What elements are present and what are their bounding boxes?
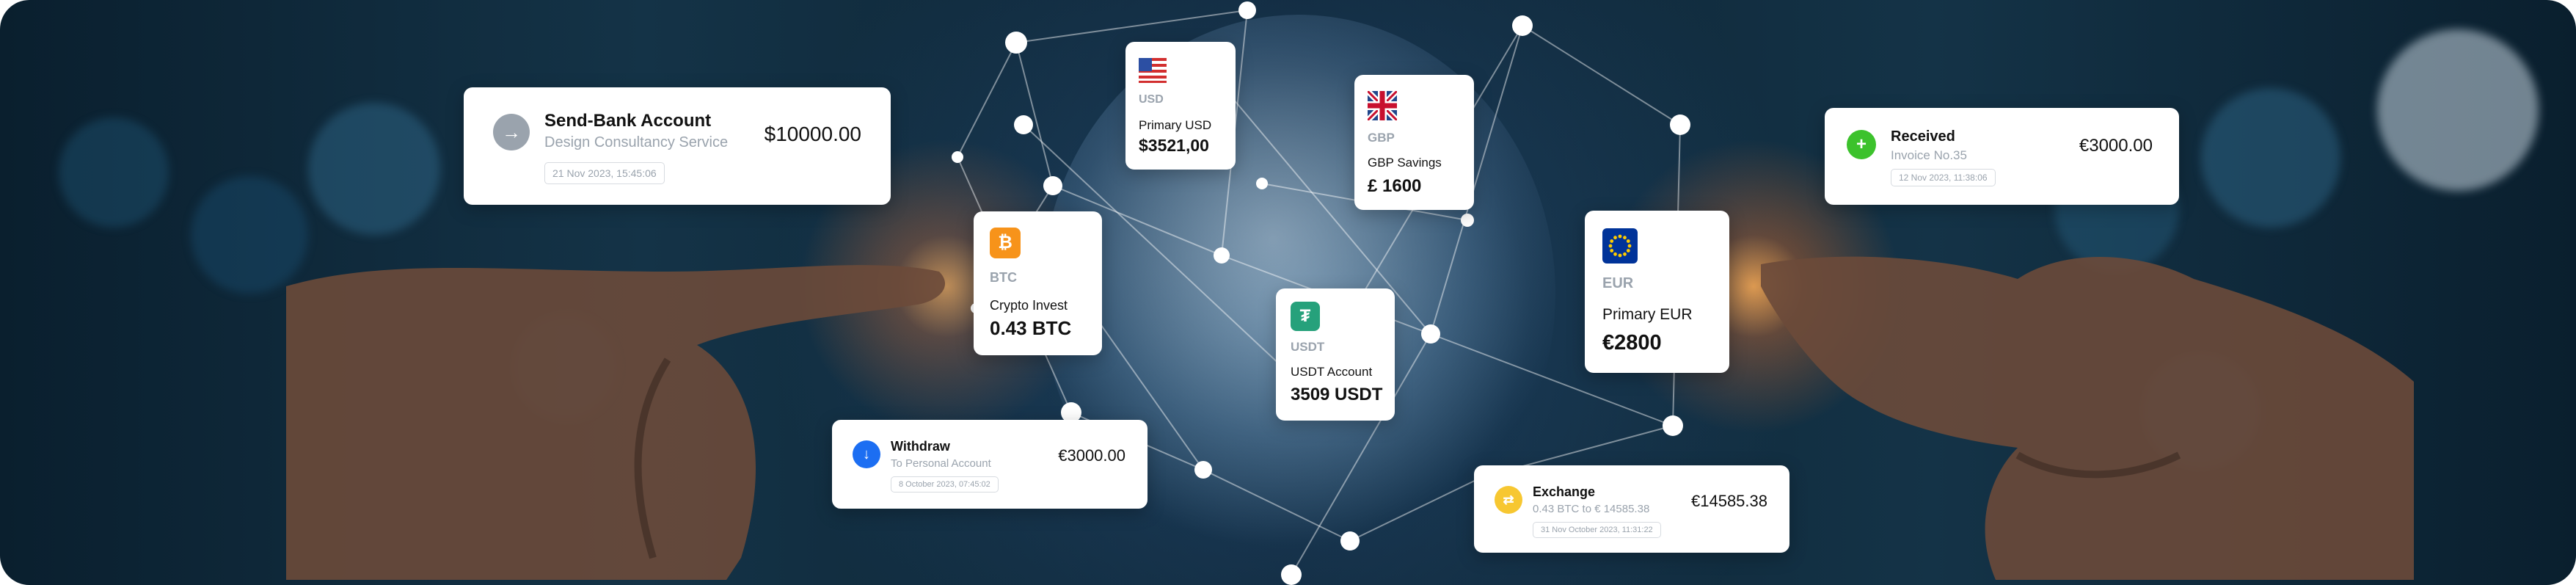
usdt-name: USDT Account — [1291, 365, 1373, 379]
uk-flag-icon — [1368, 91, 1397, 120]
eur-name: Primary EUR — [1602, 306, 1693, 323]
received-date: 12 Nov 2023, 11:38:06 — [1891, 169, 1996, 186]
send-bank-card[interactable]: → Send-Bank Account Design Consultancy S… — [464, 87, 891, 205]
send-bank-subtitle: Design Consultancy Service — [544, 134, 729, 150]
send-bank-date: 21 Nov 2023, 15:45:06 — [544, 162, 665, 184]
right-hand — [1761, 256, 2414, 580]
eur-code: EUR — [1602, 275, 1634, 291]
arrow-right-icon: → — [493, 114, 530, 150]
us-flag-icon — [1139, 58, 1167, 83]
withdraw-title: Withdraw — [891, 439, 950, 454]
account-card-eur[interactable]: EUR Primary EUR €2800 — [1585, 211, 1729, 373]
received-amount: €3000.00 — [2079, 136, 2153, 156]
withdraw-card[interactable]: ↓ Withdraw To Personal Account 8 October… — [832, 420, 1147, 509]
exchange-amount: €14585.38 — [1691, 492, 1767, 510]
hero-banner: → Send-Bank Account Design Consultancy S… — [0, 0, 2576, 585]
left-hand — [286, 265, 946, 580]
gbp-name: GBP Savings — [1368, 156, 1442, 170]
withdraw-amount: €3000.00 — [1058, 446, 1125, 465]
usd-balance: $3521,00 — [1139, 136, 1209, 155]
send-bank-amount: $10000.00 — [764, 123, 861, 145]
gbp-balance: £ 1600 — [1368, 176, 1422, 196]
usd-name: Primary USD — [1139, 118, 1212, 132]
eu-flag-icon — [1602, 228, 1638, 264]
exchange-date: 31 Nov October 2023, 11:31:22 — [1533, 522, 1661, 538]
btc-name: Crypto Invest — [990, 298, 1068, 313]
account-card-usd[interactable]: USD Primary USD $3521,00 — [1125, 42, 1236, 170]
bitcoin-icon: ₿ — [990, 228, 1021, 258]
exchange-card[interactable]: ⇄ Exchange 0.43 BTC to € 14585.38 31 Nov… — [1474, 465, 1789, 553]
gbp-code: GBP — [1368, 131, 1395, 145]
eur-balance: €2800 — [1602, 331, 1662, 355]
plus-icon: + — [1847, 130, 1876, 159]
usdt-code: USDT — [1291, 340, 1325, 354]
btc-balance: 0.43 BTC — [990, 317, 1072, 339]
received-subtitle: Invoice No.35 — [1891, 148, 1967, 162]
received-card[interactable]: + Received Invoice No.35 12 Nov 2023, 11… — [1825, 108, 2179, 205]
send-bank-title: Send-Bank Account — [544, 111, 712, 131]
tether-icon: ₮ — [1291, 302, 1320, 331]
received-title: Received — [1891, 128, 1955, 145]
exchange-title: Exchange — [1533, 484, 1596, 499]
account-card-usdt[interactable]: ₮ USDT USDT Account 3509 USDT — [1276, 288, 1395, 421]
usdt-balance: 3509 USDT — [1291, 385, 1383, 404]
arrow-down-icon: ↓ — [853, 440, 880, 468]
account-card-gbp[interactable]: GBP GBP Savings £ 1600 — [1354, 75, 1474, 210]
withdraw-subtitle: To Personal Account — [891, 457, 991, 470]
exchange-subtitle: 0.43 BTC to € 14585.38 — [1533, 503, 1650, 515]
usd-code: USD — [1139, 93, 1164, 106]
withdraw-date: 8 October 2023, 07:45:02 — [891, 476, 999, 493]
btc-code: BTC — [990, 270, 1017, 285]
exchange-icon: ⇄ — [1495, 486, 1522, 514]
account-card-btc[interactable]: ₿ BTC Crypto Invest 0.43 BTC — [974, 211, 1102, 355]
